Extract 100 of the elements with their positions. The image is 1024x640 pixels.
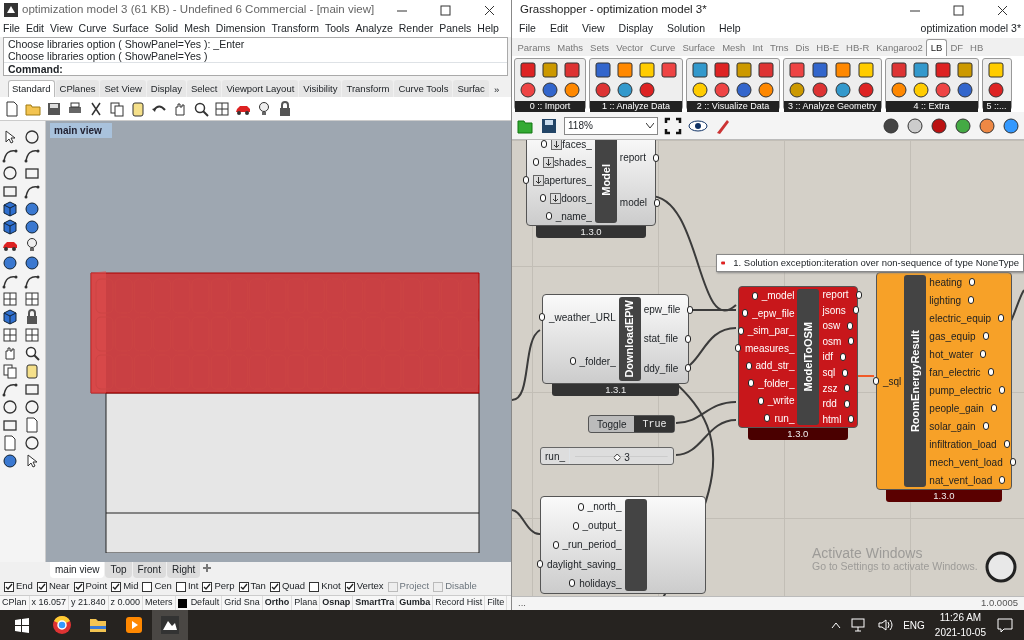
lock-icon[interactable] bbox=[24, 309, 40, 325]
toolbar-tab[interactable]: Select bbox=[186, 80, 222, 97]
curve-icon[interactable] bbox=[2, 147, 18, 163]
port-icon[interactable] bbox=[998, 314, 1005, 322]
component-icon[interactable] bbox=[563, 81, 581, 99]
cube-icon[interactable] bbox=[2, 309, 18, 325]
menu-item[interactable]: Help bbox=[712, 21, 748, 37]
component-icon[interactable] bbox=[986, 81, 1005, 99]
language-indicator[interactable]: ENG bbox=[903, 617, 925, 633]
pointer-icon[interactable] bbox=[2, 129, 18, 145]
zoom-extents-icon[interactable] bbox=[664, 116, 682, 135]
toolbar-tab[interactable]: Set View bbox=[100, 80, 146, 97]
rectangle-icon[interactable] bbox=[24, 381, 40, 397]
component-icon[interactable] bbox=[911, 61, 930, 79]
hand-icon[interactable] bbox=[2, 345, 18, 361]
ribbon-tab[interactable]: Maths bbox=[553, 39, 587, 56]
menu-item[interactable]: View bbox=[47, 20, 76, 37]
port-icon[interactable] bbox=[998, 386, 1005, 394]
sphere-icon[interactable] bbox=[24, 201, 40, 217]
viewport-tab[interactable]: Right bbox=[166, 562, 201, 578]
status-item[interactable]: x 16.057 bbox=[29, 596, 70, 610]
menu-item[interactable]: Dimension bbox=[212, 20, 269, 37]
magnifier-icon[interactable] bbox=[193, 100, 209, 117]
panel-label[interactable]: 2 :: Visualize Data bbox=[687, 101, 779, 112]
component-icon[interactable] bbox=[811, 61, 830, 79]
port-icon[interactable] bbox=[545, 212, 552, 220]
checkbox[interactable] bbox=[73, 581, 84, 592]
ribbon-tab[interactable]: Dis bbox=[792, 39, 813, 56]
component-icon[interactable] bbox=[933, 81, 952, 99]
panel-label[interactable]: 4 :: Extra bbox=[885, 101, 978, 112]
component-icon[interactable] bbox=[857, 61, 876, 79]
component-icon[interactable] bbox=[811, 81, 830, 99]
grid-icon[interactable] bbox=[214, 100, 230, 117]
component-icon[interactable] bbox=[788, 81, 806, 99]
lock-icon[interactable] bbox=[277, 100, 293, 117]
rectangle-icon[interactable] bbox=[2, 183, 18, 199]
port-icon[interactable] bbox=[540, 194, 547, 202]
port-icon[interactable] bbox=[537, 560, 543, 569]
speaker-icon[interactable] bbox=[877, 618, 894, 632]
bulb-icon[interactable] bbox=[256, 100, 272, 117]
toolbar-tab[interactable]: Curve Tools bbox=[394, 80, 453, 97]
curve-icon[interactable] bbox=[24, 147, 40, 163]
down-arrow-icon[interactable] bbox=[550, 192, 562, 204]
network-icon[interactable] bbox=[851, 618, 868, 632]
component-icon[interactable] bbox=[713, 81, 731, 99]
component-icon[interactable] bbox=[616, 81, 634, 99]
sphere-icon[interactable] bbox=[24, 219, 40, 235]
sphere-icon[interactable] bbox=[2, 255, 18, 271]
status-item[interactable]: Ortho bbox=[262, 596, 293, 610]
toolbar-tab[interactable]: Standard bbox=[8, 80, 55, 97]
menu-item[interactable]: Curve bbox=[75, 20, 110, 37]
checkbox[interactable] bbox=[142, 581, 153, 592]
component-icon[interactable] bbox=[735, 61, 753, 79]
menu-item[interactable]: Solid bbox=[151, 20, 182, 37]
status-item[interactable]: Gumba bbox=[397, 596, 434, 610]
component-icon[interactable] bbox=[834, 81, 853, 99]
copy-icon[interactable] bbox=[2, 363, 18, 379]
ribbon-tab[interactable]: Kangaroo2 bbox=[872, 39, 927, 56]
port-icon[interactable] bbox=[533, 158, 539, 166]
slider-thumb[interactable]: 3 bbox=[613, 450, 630, 465]
component-icon[interactable] bbox=[911, 81, 930, 99]
port-icon[interactable] bbox=[982, 422, 989, 430]
ribbon-tab[interactable]: HB bbox=[966, 39, 987, 56]
status-item[interactable]: Grid Sna bbox=[222, 596, 263, 610]
ribbon-tab[interactable]: Params bbox=[514, 39, 554, 56]
zoom-dropdown[interactable]: 118% bbox=[564, 116, 658, 135]
component-icon[interactable] bbox=[834, 61, 853, 79]
menu-item[interactable]: Mesh bbox=[181, 20, 213, 37]
component-icon[interactable] bbox=[563, 61, 581, 79]
ribbon-tab[interactable]: LB bbox=[926, 38, 947, 56]
checkbox[interactable] bbox=[202, 581, 213, 592]
panel-label[interactable]: 5 ::... bbox=[982, 101, 1011, 112]
hand-icon[interactable] bbox=[172, 100, 188, 117]
menu-item[interactable]: Edit bbox=[22, 20, 47, 37]
port-icon[interactable] bbox=[539, 313, 545, 321]
circle-icon[interactable] bbox=[24, 435, 40, 451]
navigation-dial-icon[interactable] bbox=[984, 550, 1018, 584]
layer-selector[interactable]: Default bbox=[175, 596, 223, 610]
grid-icon[interactable] bbox=[2, 291, 18, 307]
file-icon[interactable] bbox=[4, 100, 20, 117]
panel-label[interactable]: 3 :: Analyze Geometry bbox=[784, 101, 881, 112]
port-icon[interactable] bbox=[541, 140, 548, 148]
toolbar-tab[interactable]: Transform bbox=[342, 80, 394, 97]
menu-item[interactable]: Analyze bbox=[352, 20, 396, 37]
port-icon[interactable] bbox=[685, 364, 692, 373]
port-icon[interactable] bbox=[523, 176, 529, 184]
port-icon[interactable] bbox=[987, 368, 994, 376]
component-icon[interactable] bbox=[986, 61, 1005, 79]
viewport-tab[interactable]: Front bbox=[132, 562, 166, 578]
grid-icon[interactable] bbox=[24, 291, 40, 307]
port-icon[interactable] bbox=[569, 357, 576, 365]
toolbar-tab[interactable]: Display bbox=[146, 80, 186, 97]
chevron-up-icon[interactable] bbox=[831, 621, 842, 629]
circle-icon[interactable] bbox=[24, 399, 40, 415]
port-icon[interactable] bbox=[687, 305, 694, 314]
port-icon[interactable] bbox=[980, 350, 987, 358]
curve-icon[interactable] bbox=[2, 273, 18, 289]
status-item[interactable]: SmartTra bbox=[353, 596, 398, 610]
status-item[interactable]: z 0.000 bbox=[108, 596, 144, 610]
component-icon[interactable] bbox=[519, 61, 537, 79]
